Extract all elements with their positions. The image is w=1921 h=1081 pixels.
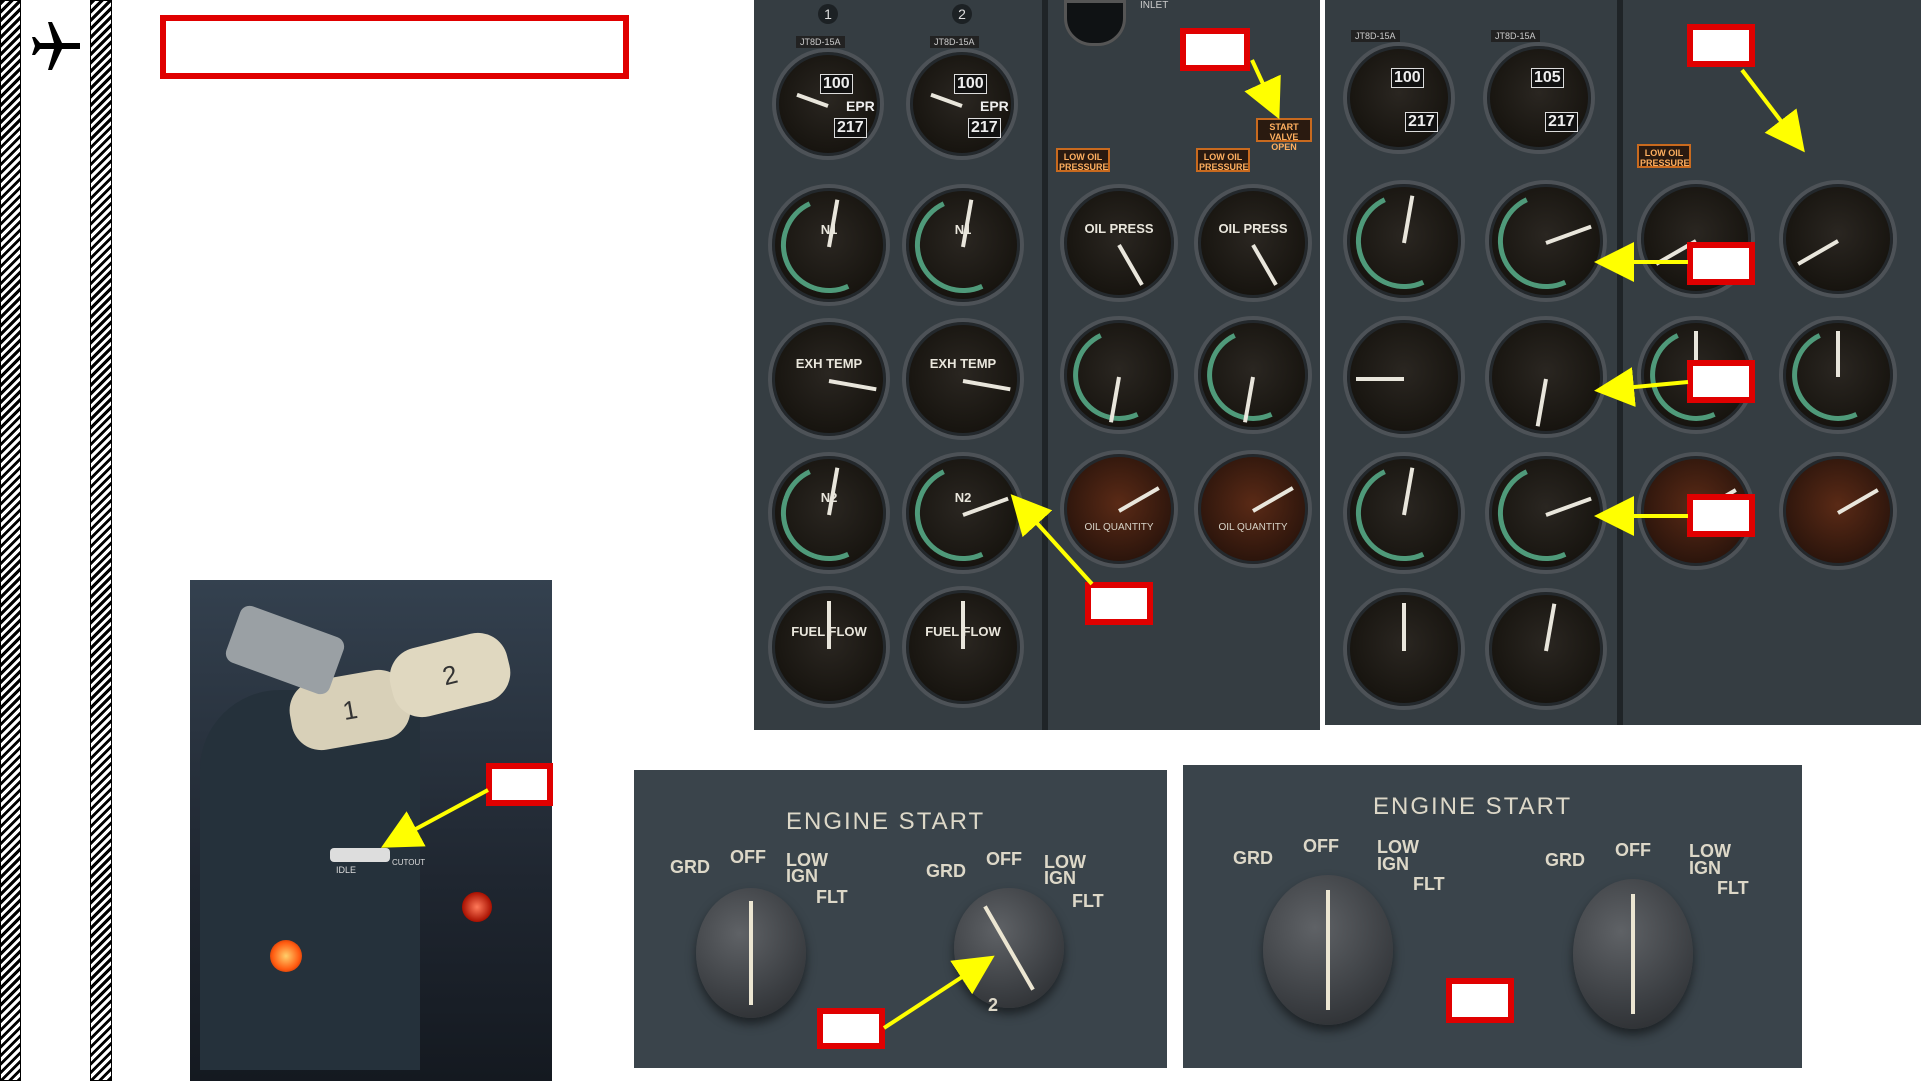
- epr-label-2: EPR: [980, 98, 1009, 114]
- epr-label-1: EPR: [846, 98, 875, 114]
- top-round-indicator: [1064, 0, 1126, 46]
- epr-gauge-3: 100 217: [1343, 42, 1455, 154]
- oil-temp-gauge-1: [1059, 315, 1179, 435]
- egt-gauge-4: [1485, 316, 1607, 438]
- engine-number-1: 1: [818, 4, 838, 24]
- low-ign-label-4: LOW IGN: [1689, 841, 1731, 878]
- egt-callout-box-2: [1687, 360, 1755, 403]
- epr-readout-2: 100: [954, 74, 987, 94]
- flt-label-1: FLT: [816, 887, 848, 907]
- flt-label-4: FLT: [1717, 878, 1749, 898]
- airplane-icon: [28, 18, 84, 74]
- n1-gauge-2: N1: [901, 183, 1025, 307]
- oil-press-gauge-4: [1779, 180, 1897, 298]
- warning-light-red: [462, 892, 492, 922]
- engine-start-panel-1: ENGINE START GRD OFF LOW IGN FLT GRD OFF…: [634, 770, 1167, 1068]
- throttle-callout-box: [486, 763, 553, 806]
- epr-subreadout-4: 217: [1545, 112, 1578, 132]
- idle-label: IDLE: [336, 865, 357, 875]
- sidebar-hatch-right: [90, 0, 112, 1081]
- low-oil-pressure-light-3: LOW OIL PRESSURE: [1637, 144, 1691, 168]
- n2-callout-box-2: [1687, 494, 1755, 537]
- flt-label-3: FLT: [1413, 874, 1445, 894]
- low-ign-label-3: LOW IGN: [1377, 837, 1419, 874]
- n1-callout-box-2: [1687, 242, 1755, 285]
- epr-subreadout-3: 217: [1405, 112, 1438, 132]
- engine-start-knob-4[interactable]: [1573, 879, 1693, 1029]
- oil-quantity-gauge-4: [1779, 452, 1897, 570]
- flt-label-2: FLT: [1072, 891, 1104, 911]
- oil-quantity-gauge-2: OIL QUANTITY: [1194, 450, 1312, 568]
- epr-gauge-2: 100 EPR 217: [906, 48, 1018, 160]
- off-label-4: OFF: [1615, 840, 1651, 860]
- n2-gauge-4: [1484, 451, 1608, 575]
- epr-gauge-1: 100 EPR 217: [772, 48, 884, 160]
- engine-number-2: 2: [952, 4, 972, 24]
- low-oil-pressure-light-1: LOW OIL PRESSURE: [1056, 148, 1110, 172]
- off-label-2: OFF: [986, 849, 1022, 869]
- epr-readout-3: 100: [1391, 68, 1424, 88]
- epr-readout-4: 105: [1531, 68, 1564, 88]
- title-callout-box: [160, 15, 629, 79]
- engine-start-title-2: ENGINE START: [1373, 793, 1573, 820]
- fuel-cutoff-lever: [330, 848, 390, 862]
- fuel-flow-gauge-1: FUEL FLOW: [768, 586, 890, 708]
- engine-start-callout-box-1: [817, 1008, 885, 1049]
- oil-press-gauge-1: OIL PRESS: [1060, 184, 1178, 302]
- egt-gauge-2: EXH TEMP: [902, 318, 1024, 440]
- epr-subreadout-1: 217: [834, 118, 867, 138]
- inlet-label: INLET: [1140, 0, 1169, 11]
- engine-instrument-panel-1: 1 2 JT8D-15A JT8D-15A INLET 100 EPR 217 …: [754, 0, 1320, 730]
- oil-press-gauge-2: OIL PRESS: [1194, 184, 1312, 302]
- fuel-flow-gauge-2: FUEL FLOW: [902, 586, 1024, 708]
- grd-label-3: GRD: [1233, 848, 1273, 868]
- oil-temp-gauge-2: [1193, 315, 1313, 435]
- n1-gauge-1: N1: [767, 183, 891, 307]
- low-oil-pressure-light-2: LOW OIL PRESSURE: [1196, 148, 1250, 172]
- engine-model-label-2: JT8D-15A: [930, 36, 979, 48]
- epr-subreadout-2: 217: [968, 118, 1001, 138]
- epr-gauge-4: 105 217: [1483, 42, 1595, 154]
- off-label-3: OFF: [1303, 836, 1339, 856]
- grd-label-2: GRD: [926, 861, 966, 881]
- engine-model-label-4: JT8D-15A: [1491, 30, 1540, 42]
- engine-start-knob-1[interactable]: [696, 888, 806, 1018]
- n1-gauge-4: [1484, 179, 1608, 303]
- engine-start-callout-box-2: [1446, 978, 1514, 1023]
- warning-light-orange: [270, 940, 302, 972]
- grd-label-4: GRD: [1545, 850, 1585, 870]
- engine-start-knob-2[interactable]: [954, 888, 1064, 1008]
- low-ign-label-2: LOW IGN: [1044, 852, 1086, 888]
- oil-quantity-gauge-1: OIL QUANTITY: [1060, 450, 1178, 568]
- low-ign-label-1: LOW IGN: [786, 850, 828, 886]
- n1-gauge-3: [1342, 179, 1466, 303]
- start-valve-open-light: START VALVE OPEN: [1256, 118, 1312, 152]
- engine-model-label-1: JT8D-15A: [796, 36, 845, 48]
- throttle-lever-2: 2: [383, 626, 517, 724]
- n2-callout-box-1: [1085, 582, 1153, 625]
- grd-label-1: GRD: [670, 857, 710, 877]
- engine-instrument-panel-2: JT8D-15A JT8D-15A 100 217 105 217 LOW OI…: [1325, 0, 1921, 725]
- n2-gauge-2: N2: [901, 451, 1025, 575]
- engine-start-knob-3[interactable]: [1263, 875, 1393, 1025]
- panel2-top-callout-box: [1687, 24, 1755, 67]
- n2-gauge-3: [1342, 451, 1466, 575]
- cutout-label: CUTOUT: [392, 858, 426, 867]
- fuel-flow-gauge-4: [1485, 588, 1607, 710]
- fuel-flow-gauge-3: [1343, 588, 1465, 710]
- engine-start-title-1: ENGINE START: [786, 808, 986, 835]
- throttle-quadrant-photo: 1 2 IDLE CUTOUT: [190, 580, 552, 1081]
- sidebar-hatch-left: [0, 0, 21, 1081]
- start-valve-callout-box: [1180, 28, 1250, 71]
- epr-readout-1: 100: [820, 74, 853, 94]
- knob-number-label: 2: [988, 995, 999, 1015]
- engine-model-label-3: JT8D-15A: [1351, 30, 1400, 42]
- n2-gauge-1: N2: [767, 451, 891, 575]
- egt-gauge-1: EXH TEMP: [768, 318, 890, 440]
- egt-gauge-3: [1343, 316, 1465, 438]
- oil-temp-gauge-4: [1778, 315, 1898, 435]
- thrust-reverser-levers: [223, 602, 347, 698]
- off-label-1: OFF: [730, 847, 766, 867]
